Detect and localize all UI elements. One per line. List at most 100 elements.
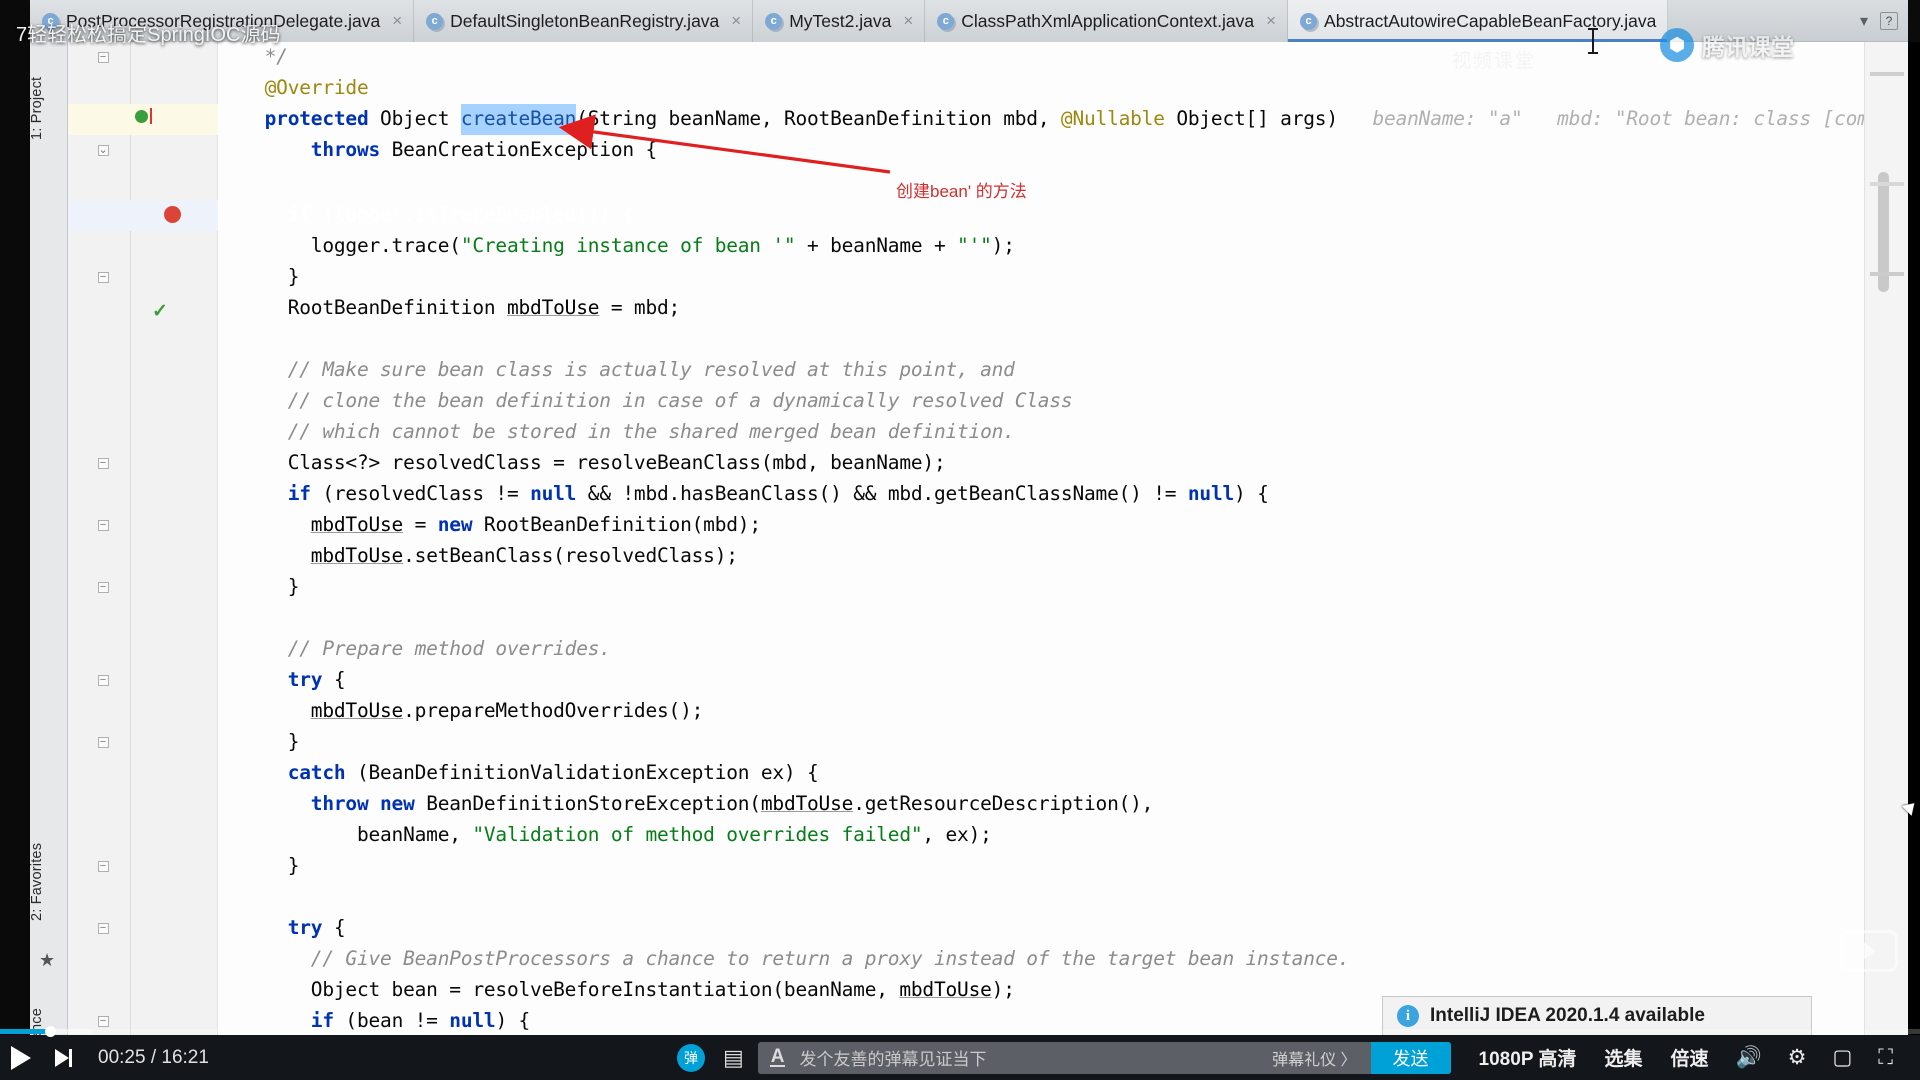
fold-toggle-icon[interactable]: − [95, 851, 111, 882]
fullscreen-icon[interactable]: ⛶ [1865, 1046, 1906, 1070]
code-line-505: // Give BeanPostProcessors a chance to r… [230, 947, 1350, 970]
star-icon: ★ [39, 950, 56, 970]
close-icon[interactable]: × [1266, 11, 1276, 31]
close-icon[interactable]: × [731, 11, 741, 31]
gear-icon[interactable]: ⚙ [1775, 1045, 1820, 1070]
help-icon[interactable]: ? [1880, 11, 1898, 30]
editor-tab-1[interactable]: c DefaultSingletonBeanRegistry.java × [414, 0, 754, 42]
editor-tab-2[interactable]: c MyTest2.java × [753, 0, 926, 42]
marker-stripe [1870, 182, 1904, 186]
speed-button[interactable]: 倍速 [1656, 1044, 1722, 1071]
editor-tab-3[interactable]: c ClassPathXmlApplicationContext.java × [925, 0, 1289, 42]
run-method-gutter-icon[interactable] [135, 110, 148, 123]
course-watermark: 视频课堂 [1452, 51, 1537, 72]
info-icon: i [1397, 1005, 1419, 1027]
fold-toggle-icon[interactable]: ⌄ [95, 135, 111, 166]
player-time: 00:25 / 16:21 [98, 1047, 209, 1069]
progress-bar[interactable] [0, 1026, 1920, 1037]
editor-tab-bar: c PostProcessorRegistrationDelegate.java… [30, 0, 1908, 42]
danmaku-input[interactable]: 发个友善的弹幕见证当下 [799, 1045, 986, 1070]
player-left-controls: 00:25 / 16:21 [0, 1035, 209, 1080]
checkmark-gutter-icon: ✓ [152, 301, 168, 322]
code-line-491: mbdToUse = new RootBeanDefinition(mbd); [310, 513, 761, 536]
brand-watermark: ⬢ 腾讯课堂 [1660, 28, 1794, 62]
time-separator: / [150, 1046, 157, 1068]
course-title-watermark: 7轻轻松松搞定SpringIOC源码 [16, 24, 281, 46]
code-line-501: beanName, "Validation of method override… [230, 823, 992, 846]
tencent-logo-icon: ⬢ [1660, 28, 1694, 62]
play-button[interactable] [0, 1035, 42, 1080]
send-button[interactable]: 发送 [1370, 1041, 1451, 1074]
fold-toggle-icon[interactable]: − [95, 262, 111, 293]
code-line-476: */ [230, 45, 288, 68]
editor-tab-label: MyTest2.java [789, 10, 892, 31]
code-editor[interactable]: */ @Override protected Object createBean… [218, 42, 1864, 1035]
chevron-down-icon[interactable]: ▾ [1860, 11, 1868, 31]
editor-marker-bar[interactable] [1864, 42, 1908, 1035]
left-tool-strip: 1: Project 2: Favorites ★ Persistence [29, 42, 68, 1035]
close-icon[interactable]: × [903, 11, 913, 31]
fold-toggle-icon[interactable]: − [95, 727, 111, 758]
code-line-502: } [230, 854, 300, 877]
player-right-controls: 1080P 高清 选集 倍速 🔊 ⚙ ▢ ⛶ [1465, 1044, 1920, 1071]
code-line-483: } [230, 265, 300, 288]
editor-gutter[interactable] [68, 42, 218, 1035]
code-line-489: Class<?> resolvedClass = resolveBeanClas… [230, 451, 946, 474]
code-line-488: // which cannot be stored in the shared … [230, 420, 1015, 443]
fold-toggle-icon[interactable]: − [95, 665, 111, 696]
code-line-484: RootBeanDefinition mbdToUse = mbd; [230, 296, 681, 319]
editor-tab-4[interactable]: c AbstractAutowireCapableBeanFactory.jav… [1288, 0, 1669, 42]
editor-tab-label: DefaultSingletonBeanRegistry.java [450, 10, 720, 31]
volume-icon[interactable]: 🔊 [1722, 1046, 1774, 1070]
code-line-479: throws BeanCreationException { [230, 138, 657, 161]
fold-toggle-icon[interactable]: − [95, 510, 111, 541]
code-line-487: // clone the bean definition in case of … [230, 389, 1073, 412]
close-icon[interactable]: × [392, 11, 402, 31]
fold-toggle-icon[interactable]: − [95, 572, 111, 603]
java-class-icon: c [426, 12, 444, 30]
code-line-477: @Override [230, 76, 369, 99]
code-line-493: } [230, 575, 300, 598]
quality-selector[interactable]: 1080P 高清 [1465, 1044, 1591, 1071]
danmaku-toggle-button[interactable]: 弹 [676, 1043, 705, 1072]
screen-root: c PostProcessorRegistrationDelegate.java… [0, 0, 1920, 1080]
next-episode-button[interactable] [42, 1035, 84, 1080]
execution-line-gutter-highlight [68, 200, 218, 231]
marker-stripe [1870, 272, 1904, 276]
danmaku-controls: 弹 ▤ [669, 1043, 744, 1072]
code-lines: */ @Override protected Object createBean… [218, 42, 1864, 1035]
danmaku-input-group[interactable]: A 发个友善的弹幕见证当下 弹幕礼仪 〉 发送 [757, 1041, 1451, 1074]
sidebar-item-favorites[interactable]: 2: Favorites [29, 822, 67, 942]
java-class-icon: c [765, 12, 783, 30]
web-fullscreen-icon[interactable]: ▢ [1819, 1045, 1865, 1070]
danmaku-settings-icon[interactable]: ▤ [723, 1045, 744, 1071]
code-line-500: throw new BeanDefinitionStoreException(m… [230, 792, 1154, 815]
episodes-button[interactable]: 选集 [1590, 1044, 1656, 1071]
fold-rail [130, 42, 131, 1035]
fold-toggle-icon[interactable]: − [95, 913, 111, 944]
code-line-497: mbdToUse .prepareMethodOverrides(); [310, 699, 704, 722]
time-total: 16:21 [161, 1046, 209, 1068]
override-marker-icon [150, 108, 152, 124]
progress-played [0, 1029, 50, 1034]
danmaku-etiquette-link[interactable]: 弹幕礼仪 〉 [1272, 1046, 1356, 1070]
right-tool-strip [1908, 42, 1920, 1035]
text-style-icon[interactable]: A [769, 1047, 786, 1067]
editor-tab-label: ClassPathXmlApplicationContext.java [961, 10, 1255, 31]
sidebar-item-project[interactable]: 1: Project [29, 48, 67, 168]
letterbox-left [0, 0, 30, 1035]
editor-tab-label: AbstractAutowireCapableBeanFactory.java [1324, 10, 1657, 31]
code-line-504: try { [230, 916, 346, 939]
player-logo-watermark [1840, 930, 1898, 972]
fold-toggle-icon[interactable]: − [95, 448, 111, 479]
annotation-label: 创建bean' 的方法 [896, 182, 1027, 201]
progress-handle[interactable] [45, 1026, 56, 1037]
notification-text: IntelliJ IDEA 2020.1.4 available [1430, 1005, 1705, 1026]
code-line-496: try { [230, 668, 346, 691]
next-track-icon [54, 1048, 72, 1067]
code-line-490: if (resolvedClass != null && !mbd.hasBea… [230, 482, 1269, 505]
breakpoint-icon[interactable] [164, 206, 181, 223]
